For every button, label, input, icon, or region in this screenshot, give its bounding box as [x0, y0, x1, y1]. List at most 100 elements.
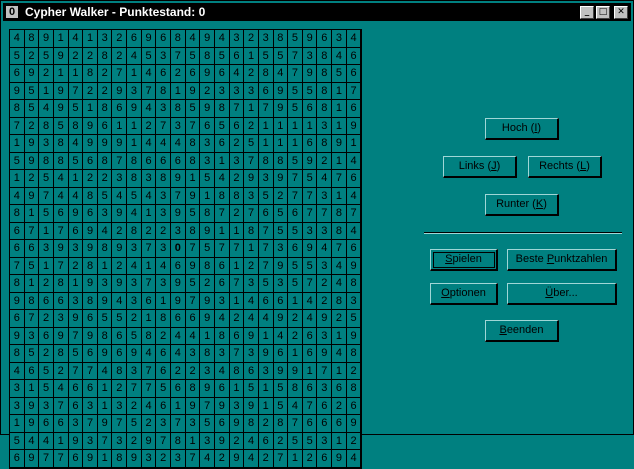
grid-cell: 6	[112, 327, 128, 345]
grid-cell: 3	[127, 292, 142, 310]
grid-cell: 1	[127, 117, 142, 135]
highscores-button[interactable]: Beste Punktzahlen	[507, 249, 617, 271]
grid-cell: 8	[156, 170, 172, 188]
grid-cell: 1	[171, 82, 186, 100]
grid-cell: 3	[83, 432, 98, 450]
grid-cell: 1	[127, 65, 142, 83]
grid-cell: 8	[346, 275, 362, 293]
grid-cell: 1	[244, 240, 259, 258]
grid-cell: 7	[185, 240, 201, 258]
grid-cell: 6	[185, 310, 201, 328]
grid-cell: 2	[200, 82, 215, 100]
grid-cell: 3	[127, 275, 142, 293]
grid-cell: 9	[24, 152, 40, 170]
grid-cell: 6	[83, 310, 98, 328]
grid-cell: 9	[302, 30, 318, 48]
grid-cell: 3	[68, 415, 84, 433]
maximize-icon[interactable]: □	[596, 6, 610, 19]
minimize-icon[interactable]: _	[580, 6, 594, 19]
grid-cell: 7	[302, 275, 318, 293]
grid-cell: 4	[258, 310, 274, 328]
grid-cell: 1	[258, 397, 274, 415]
about-button[interactable]: Über...	[507, 283, 617, 305]
play-button[interactable]: Spielen	[430, 249, 498, 271]
grid-cell: 4	[332, 275, 347, 293]
grid-cell: 7	[214, 205, 230, 223]
grid-cell: 3	[214, 292, 230, 310]
grid-cell: 4	[302, 310, 318, 328]
grid-cell: 6	[112, 100, 128, 118]
grid-cell: 6	[302, 380, 318, 398]
grid-cell: 9	[53, 82, 69, 100]
grid-cell: 5	[288, 82, 303, 100]
grid-cell: 8	[288, 380, 303, 398]
grid-cell: 3	[112, 397, 128, 415]
left-button[interactable]: Links (J)	[443, 156, 517, 178]
grid-cell: 3	[317, 432, 333, 450]
grid-cell: 6	[288, 205, 303, 223]
system-menu-icon[interactable]: 0	[5, 5, 19, 19]
grid-cell: 4	[68, 187, 84, 205]
play-button-label-end: pielen	[452, 253, 482, 265]
highscores-button-label-end: unktzahlen	[554, 253, 608, 265]
grid-cell: 7	[171, 47, 186, 65]
grid-cell: 6	[39, 415, 54, 433]
grid-cell: 8	[317, 65, 333, 83]
grid-cell: 1	[258, 135, 274, 153]
quit-button[interactable]: Beenden	[485, 320, 559, 342]
grid-cell: 3	[156, 100, 172, 118]
grid-cell: 6	[302, 100, 318, 118]
grid-cell: 8	[83, 65, 98, 83]
grid-cell: 6	[156, 30, 172, 48]
grid-cell: 6	[156, 397, 172, 415]
grid-cell: 2	[83, 82, 98, 100]
up-button[interactable]: Hoch (I)	[485, 118, 559, 140]
grid-cell: 4	[214, 170, 230, 188]
close-icon[interactable]: ✕	[614, 6, 628, 19]
grid-cell: 9	[229, 450, 245, 468]
grid-cell: 6	[141, 292, 157, 310]
grid-cell: 1	[10, 170, 25, 188]
grid-cell: 6	[302, 415, 318, 433]
grid-cell: 9	[83, 450, 98, 468]
grid-cell: 6	[229, 117, 245, 135]
right-button[interactable]: Rechts (L)	[528, 156, 602, 178]
grid-cell: 1	[332, 117, 347, 135]
grid-cell: 4	[39, 100, 54, 118]
down-button[interactable]: Runter (K)	[485, 194, 559, 216]
grid-cell: 9	[68, 432, 84, 450]
grid-cell: 5	[39, 170, 54, 188]
grid-cell: 1	[229, 292, 245, 310]
grid-cell: 2	[317, 152, 333, 170]
grid-cell: 5	[185, 205, 201, 223]
grid-cell: 7	[288, 170, 303, 188]
grid-cell: 9	[24, 135, 40, 153]
grid-cell: 3	[171, 117, 186, 135]
grid-cell: 6	[244, 362, 259, 380]
grid-cell: 8	[53, 135, 69, 153]
grid-cell: 1	[273, 135, 289, 153]
grid-cell: 3	[229, 82, 245, 100]
grid-cell: 2	[214, 450, 230, 468]
grid-cell: 5	[273, 205, 289, 223]
grid-cell: 4	[346, 450, 362, 468]
grid-cell: 1	[10, 415, 25, 433]
grid-cell: 1	[97, 450, 113, 468]
grid-cell: 6	[214, 415, 230, 433]
grid-cell: 9	[53, 47, 69, 65]
grid-cell: 4	[53, 187, 69, 205]
grid-cell: 3	[127, 240, 142, 258]
grid-cell: 3	[156, 205, 172, 223]
grid-cell: 9	[185, 257, 201, 275]
grid-cell: 4	[171, 327, 186, 345]
grid-cell: 8	[171, 30, 186, 48]
grid-cell: 9	[214, 397, 230, 415]
grid-cell: 1	[68, 65, 84, 83]
grid-cell: 3	[24, 327, 40, 345]
grid-cell: 6	[83, 205, 98, 223]
title-bar[interactable]: 0 Cypher Walker - Punktestand: 0 _ □ ✕	[3, 3, 631, 21]
options-button[interactable]: Optionen	[430, 283, 498, 305]
grid-cell: 2	[39, 345, 54, 363]
grid-cell: 2	[258, 415, 274, 433]
grid-cell: 2	[229, 205, 245, 223]
